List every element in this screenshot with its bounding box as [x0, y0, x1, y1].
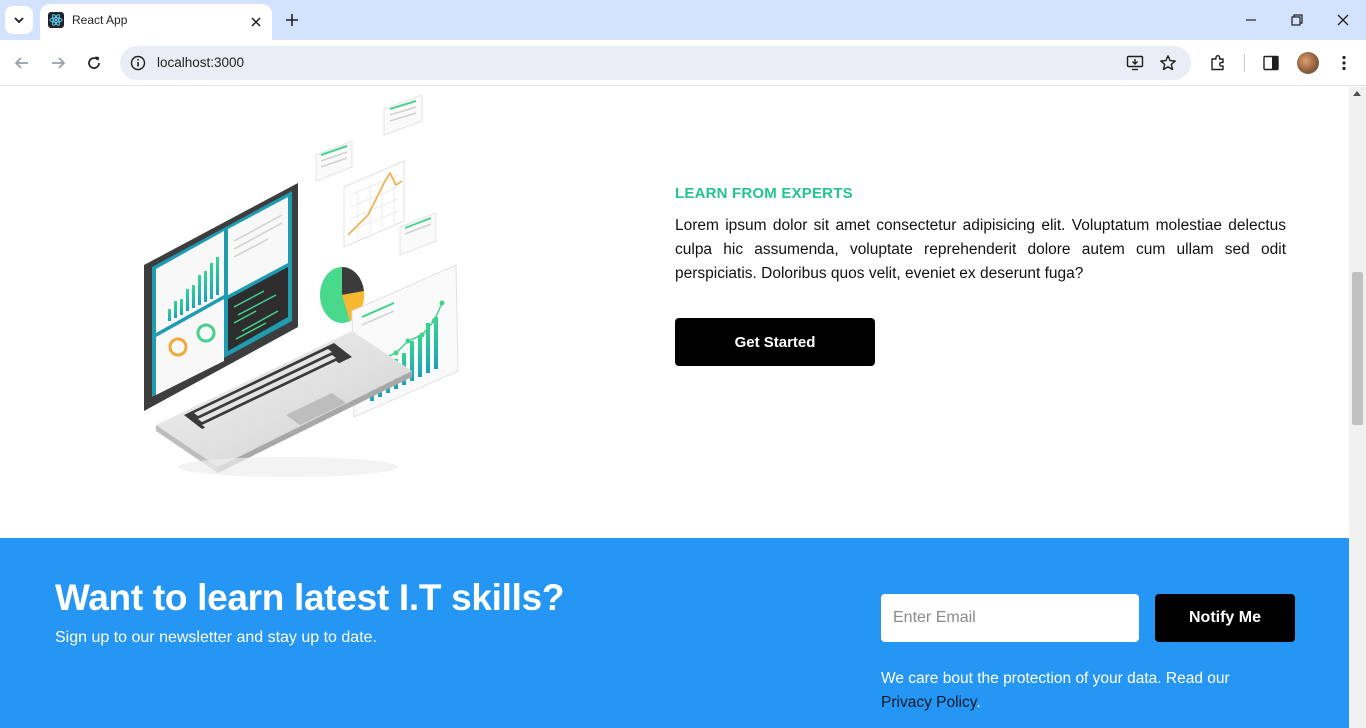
toolbar-divider	[1244, 54, 1245, 72]
chevron-down-icon	[14, 17, 24, 24]
arrow-left-icon	[14, 57, 28, 69]
minimize-icon	[1246, 19, 1256, 21]
side-panel-icon[interactable]	[1260, 52, 1282, 74]
email-field[interactable]	[881, 594, 1139, 642]
notify-me-button[interactable]: Notify Me	[1155, 594, 1295, 642]
back-button[interactable]	[8, 49, 36, 77]
minimize-button[interactable]	[1236, 6, 1266, 34]
tab-close-button[interactable]	[246, 12, 266, 32]
privacy-text: We care bout the protection of your data…	[881, 670, 1230, 687]
install-app-icon[interactable]	[1125, 53, 1145, 73]
reload-button[interactable]	[80, 49, 108, 77]
avatar[interactable]	[1297, 52, 1319, 74]
section-description: Lorem ipsum dolor sit amet consectetur a…	[675, 217, 1286, 282]
tab-list-button[interactable]	[5, 6, 33, 34]
section-eyebrow: LEARN FROM EXPERTS	[675, 185, 853, 202]
newsletter-subheading: Sign up to our newsletter and stay up to…	[55, 629, 377, 646]
react-logo-icon	[48, 12, 64, 28]
info-icon[interactable]	[128, 53, 148, 73]
line-chart-card	[343, 160, 405, 248]
close-icon	[251, 17, 261, 27]
close-window-button[interactable]	[1328, 6, 1358, 34]
restore-icon	[1291, 14, 1303, 26]
newsletter-section: Want to learn latest I.T skills? Sign up…	[0, 538, 1349, 728]
privacy-period: .	[976, 694, 981, 711]
arrow-right-icon	[52, 57, 66, 69]
page-scrollbar[interactable]	[1349, 87, 1366, 728]
privacy-policy-link[interactable]: Privacy Policy	[881, 694, 976, 711]
scroll-up-arrow[interactable]	[1353, 91, 1361, 96]
puzzle-icon[interactable]	[1207, 52, 1229, 74]
tab-title: React App	[72, 13, 128, 27]
laptop-analytics-illustration	[144, 95, 459, 477]
scroll-thumb[interactable]	[1352, 272, 1363, 425]
star-icon[interactable]	[1158, 53, 1178, 73]
browser-tab[interactable]: React App	[40, 4, 272, 40]
get-started-button[interactable]: Get Started	[675, 318, 875, 366]
privacy-note: We care bout the protection of your data…	[881, 667, 1261, 715]
browser-toolbar: localhost:3000	[0, 40, 1366, 86]
restore-button[interactable]	[1282, 6, 1312, 34]
reload-icon	[88, 56, 100, 69]
page-viewport: LEARN FROM EXPERTS Lorem ipsum dolor sit…	[0, 87, 1349, 728]
forward-button[interactable]	[44, 49, 72, 77]
url-text[interactable]: localhost:3000	[157, 55, 244, 70]
plus-icon	[286, 14, 298, 26]
close-icon	[1337, 14, 1349, 26]
newsletter-heading: Want to learn latest I.T skills?	[55, 577, 565, 618]
kebab-menu-icon[interactable]	[1333, 52, 1355, 74]
new-tab-button[interactable]	[280, 8, 304, 32]
address-bar[interactable]: localhost:3000	[120, 46, 1191, 80]
browser-tab-strip: React App	[0, 0, 1366, 40]
